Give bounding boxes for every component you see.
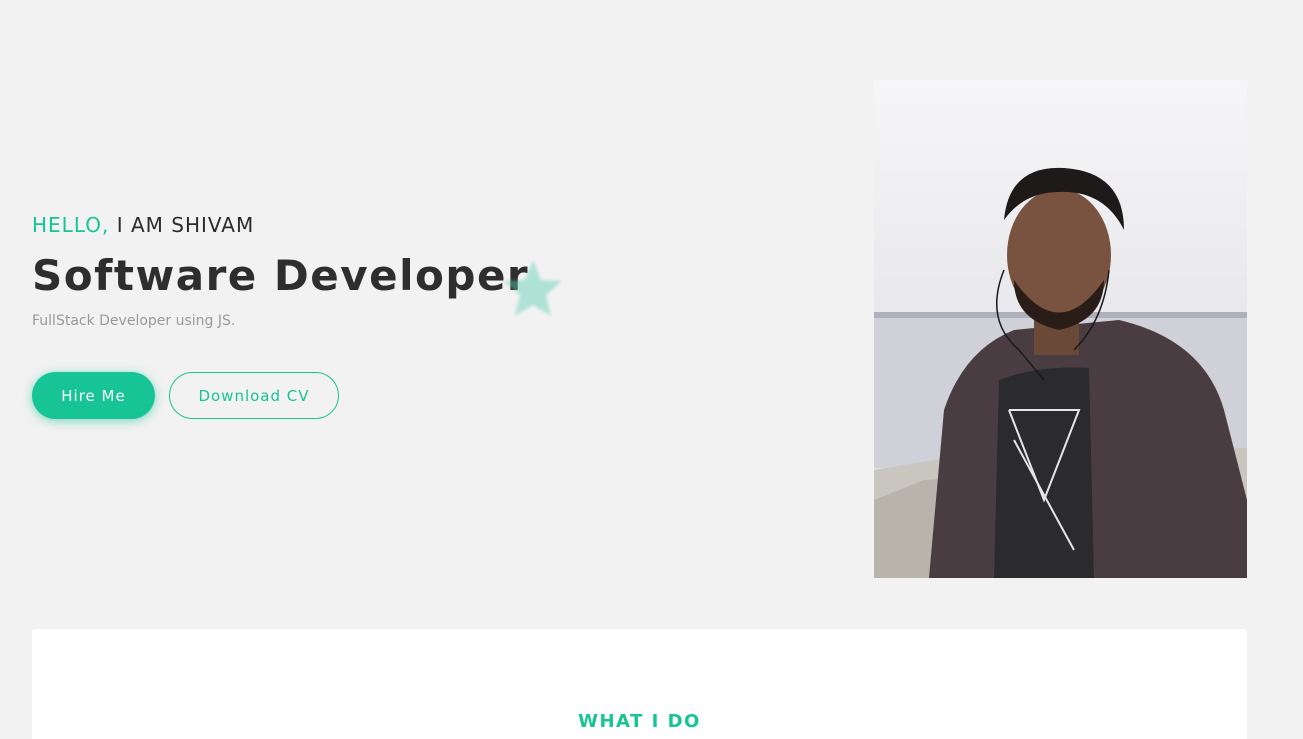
services-section: WHAT I DO xyxy=(32,629,1247,739)
hero-greeting: HELLO, I AM SHIVAM xyxy=(32,212,632,238)
hero-actions: Hire Me Download CV xyxy=(32,372,339,419)
profile-photo-illustration xyxy=(874,167,1247,578)
profile-photo xyxy=(874,80,1247,578)
greeting-accent: HELLO, xyxy=(32,213,110,237)
hire-me-button[interactable]: Hire Me xyxy=(32,372,155,419)
download-cv-button[interactable]: Download CV xyxy=(169,372,339,419)
star-icon xyxy=(504,260,562,316)
page: HELLO, I AM SHIVAM Software Developer Fu… xyxy=(0,0,1303,739)
greeting-name: I AM SHIVAM xyxy=(109,213,255,237)
services-heading: WHAT I DO xyxy=(578,711,701,732)
